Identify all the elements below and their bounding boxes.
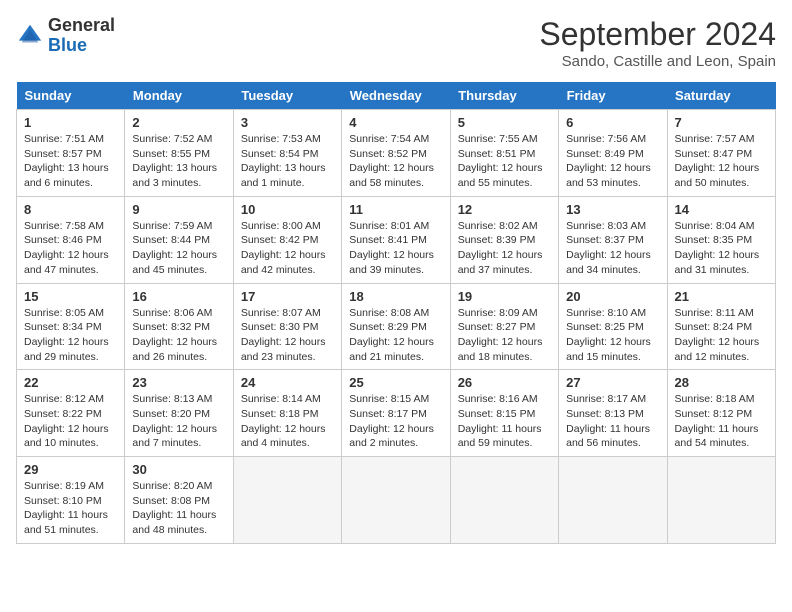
table-row: 29Sunrise: 8:19 AMSunset: 8:10 PMDayligh… — [17, 457, 125, 544]
table-row: 12Sunrise: 8:02 AMSunset: 8:39 PMDayligh… — [450, 196, 558, 283]
table-row: 18Sunrise: 8:08 AMSunset: 8:29 PMDayligh… — [342, 283, 450, 370]
table-row: 26Sunrise: 8:16 AMSunset: 8:15 PMDayligh… — [450, 370, 558, 457]
table-row: 17Sunrise: 8:07 AMSunset: 8:30 PMDayligh… — [233, 283, 341, 370]
title-block: September 2024 Sando, Castille and Leon,… — [539, 16, 776, 70]
table-row: 20Sunrise: 8:10 AMSunset: 8:25 PMDayligh… — [559, 283, 667, 370]
header-row: Sunday Monday Tuesday Wednesday Thursday… — [17, 82, 776, 110]
page-header: General Blue September 2024 Sando, Casti… — [16, 16, 776, 70]
logo-icon — [16, 22, 44, 50]
table-row: 5Sunrise: 7:55 AMSunset: 8:51 PMDaylight… — [450, 110, 558, 197]
table-row: 1Sunrise: 7:51 AMSunset: 8:57 PMDaylight… — [17, 110, 125, 197]
table-row: 14Sunrise: 8:04 AMSunset: 8:35 PMDayligh… — [667, 196, 775, 283]
table-row: 22Sunrise: 8:12 AMSunset: 8:22 PMDayligh… — [17, 370, 125, 457]
table-row: 10Sunrise: 8:00 AMSunset: 8:42 PMDayligh… — [233, 196, 341, 283]
table-row: 25Sunrise: 8:15 AMSunset: 8:17 PMDayligh… — [342, 370, 450, 457]
table-row — [667, 457, 775, 544]
table-row: 30Sunrise: 8:20 AMSunset: 8:08 PMDayligh… — [125, 457, 233, 544]
table-row: 27Sunrise: 8:17 AMSunset: 8:13 PMDayligh… — [559, 370, 667, 457]
table-row: 24Sunrise: 8:14 AMSunset: 8:18 PMDayligh… — [233, 370, 341, 457]
table-row — [450, 457, 558, 544]
table-row — [342, 457, 450, 544]
week-row-2: 8Sunrise: 7:58 AMSunset: 8:46 PMDaylight… — [17, 196, 776, 283]
table-row: 11Sunrise: 8:01 AMSunset: 8:41 PMDayligh… — [342, 196, 450, 283]
table-row — [233, 457, 341, 544]
table-row: 8Sunrise: 7:58 AMSunset: 8:46 PMDaylight… — [17, 196, 125, 283]
logo: General Blue — [16, 16, 115, 56]
table-row: 4Sunrise: 7:54 AMSunset: 8:52 PMDaylight… — [342, 110, 450, 197]
table-row: 19Sunrise: 8:09 AMSunset: 8:27 PMDayligh… — [450, 283, 558, 370]
week-row-1: 1Sunrise: 7:51 AMSunset: 8:57 PMDaylight… — [17, 110, 776, 197]
table-row: 16Sunrise: 8:06 AMSunset: 8:32 PMDayligh… — [125, 283, 233, 370]
col-tuesday: Tuesday — [233, 82, 341, 110]
table-row: 21Sunrise: 8:11 AMSunset: 8:24 PMDayligh… — [667, 283, 775, 370]
table-row: 23Sunrise: 8:13 AMSunset: 8:20 PMDayligh… — [125, 370, 233, 457]
table-row: 2Sunrise: 7:52 AMSunset: 8:55 PMDaylight… — [125, 110, 233, 197]
week-row-4: 22Sunrise: 8:12 AMSunset: 8:22 PMDayligh… — [17, 370, 776, 457]
location-subtitle: Sando, Castille and Leon, Spain — [539, 53, 776, 70]
col-thursday: Thursday — [450, 82, 558, 110]
col-friday: Friday — [559, 82, 667, 110]
table-row: 13Sunrise: 8:03 AMSunset: 8:37 PMDayligh… — [559, 196, 667, 283]
logo-text: General Blue — [48, 16, 115, 56]
table-row: 28Sunrise: 8:18 AMSunset: 8:12 PMDayligh… — [667, 370, 775, 457]
calendar-table: Sunday Monday Tuesday Wednesday Thursday… — [16, 82, 776, 544]
month-year-title: September 2024 — [539, 16, 776, 53]
col-sunday: Sunday — [17, 82, 125, 110]
table-row: 3Sunrise: 7:53 AMSunset: 8:54 PMDaylight… — [233, 110, 341, 197]
week-row-3: 15Sunrise: 8:05 AMSunset: 8:34 PMDayligh… — [17, 283, 776, 370]
table-row: 7Sunrise: 7:57 AMSunset: 8:47 PMDaylight… — [667, 110, 775, 197]
table-row: 15Sunrise: 8:05 AMSunset: 8:34 PMDayligh… — [17, 283, 125, 370]
col-monday: Monday — [125, 82, 233, 110]
week-row-5: 29Sunrise: 8:19 AMSunset: 8:10 PMDayligh… — [17, 457, 776, 544]
table-row: 9Sunrise: 7:59 AMSunset: 8:44 PMDaylight… — [125, 196, 233, 283]
table-row: 6Sunrise: 7:56 AMSunset: 8:49 PMDaylight… — [559, 110, 667, 197]
col-saturday: Saturday — [667, 82, 775, 110]
col-wednesday: Wednesday — [342, 82, 450, 110]
table-row — [559, 457, 667, 544]
